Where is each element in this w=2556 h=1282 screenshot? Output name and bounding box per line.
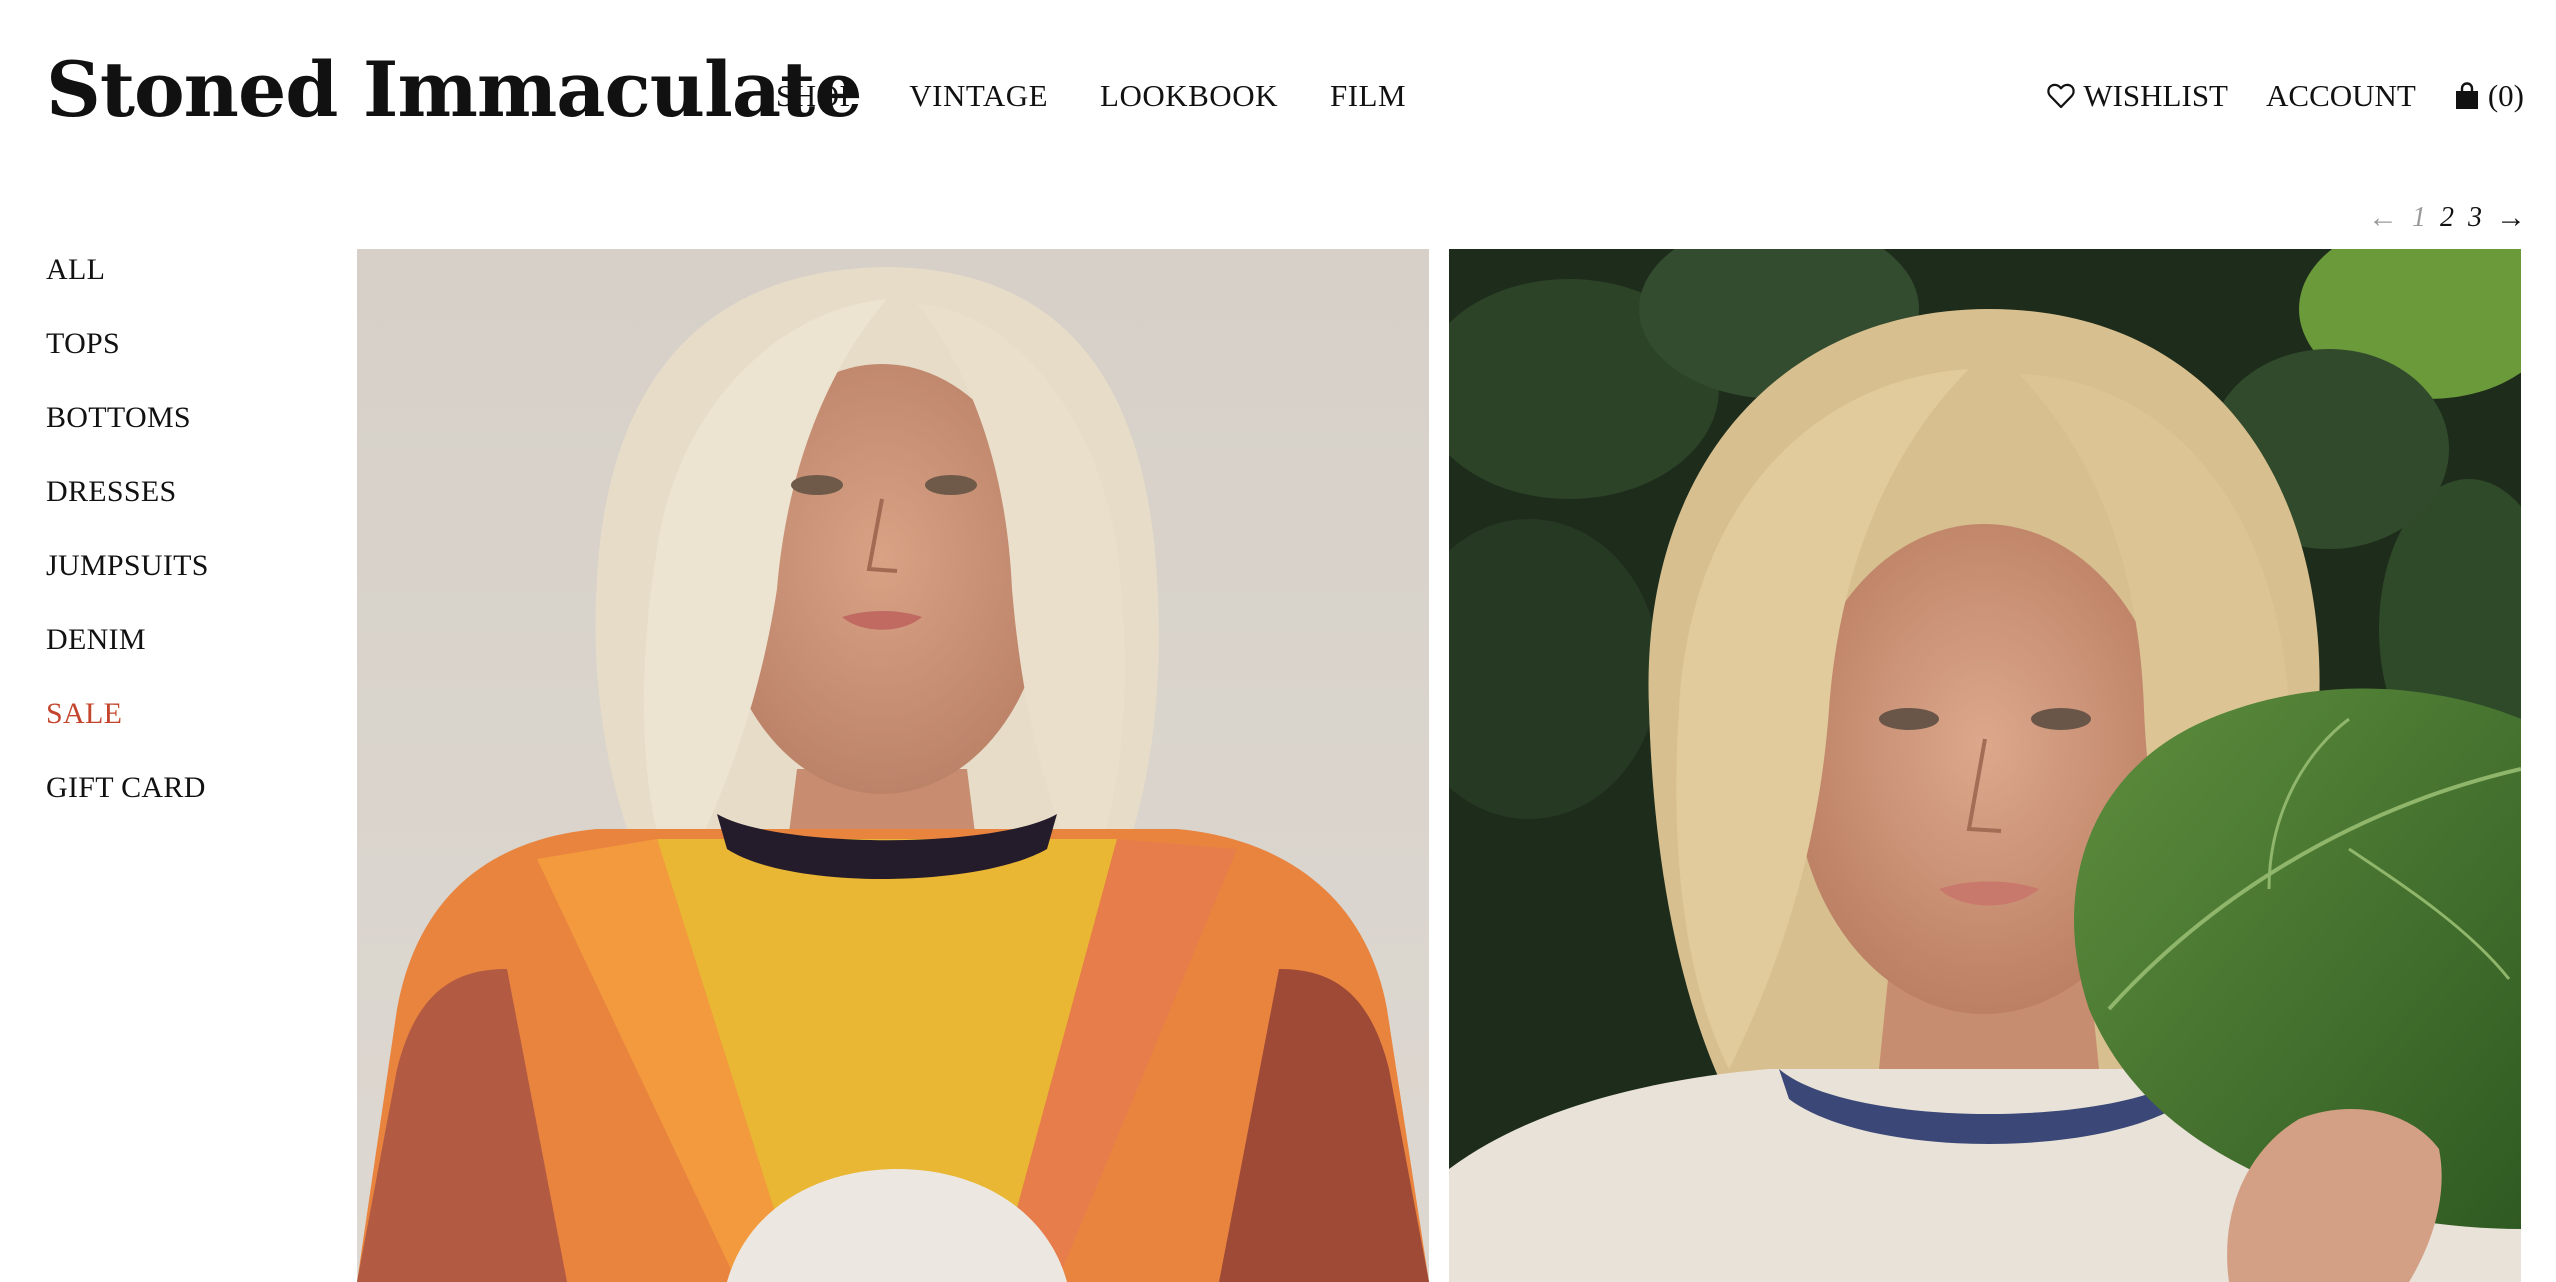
shopping-bag-icon — [2454, 82, 2480, 110]
pagination-prev-arrow[interactable]: ← — [2368, 200, 2398, 236]
category-dresses[interactable]: DRESSES — [46, 472, 326, 546]
nav-shop[interactable]: SHOP — [776, 76, 857, 116]
nav-vintage[interactable]: VINTAGE — [909, 76, 1048, 116]
product-card[interactable] — [357, 249, 1429, 1282]
nav-lookbook[interactable]: LOOKBOOK — [1100, 76, 1278, 116]
category-sidebar: ALL TOPS BOTTOMS DRESSES JUMPSUITS DENIM… — [46, 250, 326, 842]
main-nav: SHOP VINTAGE LOOKBOOK FILM — [776, 76, 1406, 116]
brand-logo[interactable]: Stoned Immaculate — [46, 42, 863, 138]
page-1[interactable]: 1 — [2412, 200, 2426, 236]
category-sale[interactable]: SALE — [46, 694, 326, 768]
heart-icon — [2047, 83, 2076, 109]
wishlist-link[interactable]: WISHLIST — [2047, 76, 2228, 116]
pagination-next-arrow[interactable]: → — [2496, 200, 2526, 236]
category-gift-card[interactable]: GIFT CARD — [46, 768, 326, 842]
category-all[interactable]: ALL — [46, 250, 326, 324]
wishlist-label: WISHLIST — [2083, 78, 2228, 113]
product-image-ringer-tee[interactable] — [1449, 249, 2521, 1282]
product-grid — [357, 249, 2524, 1282]
page-3[interactable]: 3 — [2468, 200, 2482, 236]
category-denim[interactable]: DENIM — [46, 620, 326, 694]
category-jumpsuits[interactable]: JUMPSUITS — [46, 546, 326, 620]
site-header: Stoned Immaculate SHOP VINTAGE LOOKBOOK … — [0, 0, 2556, 190]
page-2[interactable]: 2 — [2440, 200, 2454, 236]
category-bottoms[interactable]: BOTTOMS — [46, 398, 326, 472]
product-image-orange-sweater[interactable] — [357, 249, 1429, 1282]
utility-nav: WISHLIST ACCOUNT (0) — [2047, 76, 2524, 116]
product-card[interactable] — [1449, 249, 2521, 1282]
nav-film[interactable]: FILM — [1330, 76, 1406, 116]
cart-count: (0) — [2487, 78, 2524, 113]
cart-link[interactable]: (0) — [2454, 76, 2524, 116]
account-link[interactable]: ACCOUNT — [2266, 76, 2416, 116]
category-tops[interactable]: TOPS — [46, 324, 326, 398]
pagination: ← 1 2 3 → — [2368, 200, 2526, 236]
